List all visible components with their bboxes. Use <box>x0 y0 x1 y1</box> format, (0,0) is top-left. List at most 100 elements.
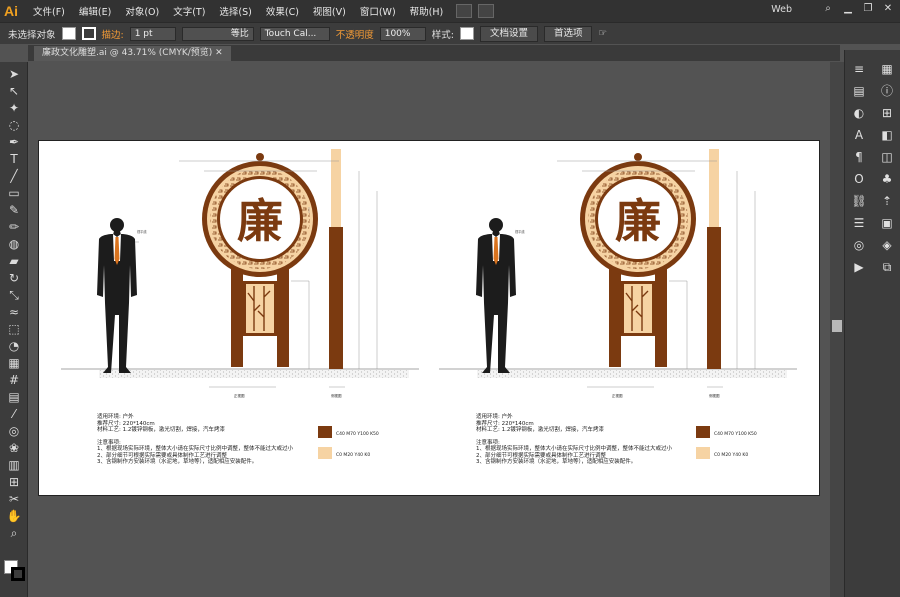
document-tab-title: 廉政文化雕塑.ai @ 43.71% (CMYK/预览) <box>42 48 213 58</box>
pencil-icon[interactable]: ✏ <box>5 219 23 235</box>
document-tab[interactable]: 廉政文化雕塑.ai @ 43.71% (CMYK/预览) ✕ <box>34 46 231 61</box>
menu-type[interactable]: 文字(T) <box>166 4 212 18</box>
mesh-icon[interactable]: # <box>5 372 23 388</box>
arrange-documents-button[interactable] <box>478 4 495 18</box>
graphic-styles-panel-icon[interactable]: ◎ <box>849 236 869 254</box>
menu-effect[interactable]: 效果(C) <box>259 4 306 18</box>
opentype-panel-icon[interactable]: O <box>849 170 869 188</box>
left-legend-brown-text: C40 M70 Y100 K50 <box>336 431 379 437</box>
document-setup-button[interactable]: 文档设置 <box>479 25 538 42</box>
info-panel-icon[interactable]: ⓘ <box>877 82 897 100</box>
rotate-icon[interactable]: ↻ <box>5 270 23 286</box>
transparency-panel-icon[interactable]: ◐ <box>849 104 869 122</box>
paragraph-panel-icon[interactable]: ¶ <box>849 148 869 166</box>
artboard[interactable]: 视平线 正视图 侧视图 廉 视平线 正视图 侧视图 廉 C40 M70 Y100… <box>38 140 820 496</box>
align-panel-icon[interactable]: ⊞ <box>877 104 897 122</box>
scale-icon[interactable]: ⤡ <box>5 287 23 303</box>
actions-panel-icon[interactable]: ▶ <box>849 258 869 276</box>
brushes-panel-icon[interactable]: ⇡ <box>877 192 897 210</box>
left-character-lian: 廉 <box>237 194 283 248</box>
menu-view[interactable]: 视图(V) <box>306 4 353 18</box>
preferences-button[interactable]: 首选项 <box>543 25 593 42</box>
magic-wand-icon[interactable]: ✦ <box>5 100 23 116</box>
menu-object[interactable]: 对象(O) <box>118 4 166 18</box>
direct-selection-icon[interactable]: ↖ <box>5 83 23 99</box>
fill-swatch[interactable] <box>61 27 76 40</box>
right-legend-brown-swatch <box>696 426 710 438</box>
minimize-button[interactable]: ▁ <box>838 2 858 16</box>
menu-select[interactable]: 选择(S) <box>212 4 258 18</box>
bridge-button[interactable] <box>456 4 473 18</box>
links-panel-icon[interactable]: ⛓ <box>849 192 869 210</box>
opacity-label[interactable]: 不透明度 <box>336 27 374 41</box>
menu-bar: Ai 文件(F) 编辑(E) 对象(O) 文字(T) 选择(S) 效果(C) 视… <box>0 0 900 22</box>
artboards-panel-icon[interactable]: ⧉ <box>877 258 897 276</box>
stroke-weight-field[interactable]: 1 pt <box>129 26 176 41</box>
artboard-icon[interactable]: ⊞ <box>5 474 23 490</box>
right-legend-beige-swatch <box>696 447 710 459</box>
paintbrush-icon[interactable]: ✎ <box>5 202 23 218</box>
swatches-panel-icon[interactable]: ▣ <box>877 214 897 232</box>
column-graph-icon[interactable]: ▥ <box>5 457 23 473</box>
selection-status: 未选择对象 <box>8 29 56 41</box>
close-tab-icon[interactable]: ✕ <box>215 48 223 58</box>
app-logo: Ai <box>4 3 18 19</box>
graphic-style-swatch[interactable] <box>459 27 474 40</box>
transform-panel-icon[interactable]: ▦ <box>877 60 897 78</box>
workspace-switcher[interactable]: Web <box>771 4 792 15</box>
arrange-icon[interactable]: ☞ <box>598 28 607 39</box>
stroke-panel-icon[interactable]: ☰ <box>849 214 869 232</box>
right-side-view-label: 侧视图 <box>709 393 720 398</box>
right-front-view-label: 正视图 <box>612 393 623 398</box>
symbols-panel-icon[interactable]: ♣ <box>877 170 897 188</box>
stroke-swatch[interactable] <box>81 27 96 40</box>
zoom-icon[interactable]: ⌕ <box>5 525 23 541</box>
vertical-scrollbar[interactable] <box>830 62 844 597</box>
lasso-icon[interactable]: ◌ <box>5 117 23 133</box>
scrollbar-thumb[interactable] <box>832 320 842 332</box>
layers-panel-icon[interactable]: ◈ <box>877 236 897 254</box>
right-eye-level-label: 视平线 <box>515 229 525 234</box>
opacity-field[interactable]: 100% <box>379 26 426 41</box>
left-front-view-label: 正视图 <box>234 393 245 398</box>
brush-definition[interactable]: Touch Cal... <box>259 26 330 41</box>
panel-dock: ≡ ▤ ◐ A ¶ O ⛓ ☰ ◎ ▶ ▦ ⓘ ⊞ ◧ ◫ ♣ ⇡ ▣ ◈ ⧉ <box>844 50 900 597</box>
warp-icon[interactable]: ≈ <box>5 304 23 320</box>
shape-builder-icon[interactable]: ◔ <box>5 338 23 354</box>
appearance-panel-icon[interactable]: ◫ <box>877 148 897 166</box>
hand-icon[interactable]: ✋ <box>5 508 23 524</box>
menu-window[interactable]: 窗口(W) <box>353 4 403 18</box>
menu-edit[interactable]: 编辑(E) <box>72 4 118 18</box>
menu-file[interactable]: 文件(F) <box>26 4 72 18</box>
style-label: 样式: <box>431 29 454 41</box>
rectangle-icon[interactable]: ▭ <box>5 185 23 201</box>
right-legend-brown-text: C40 M70 Y100 K50 <box>714 431 757 437</box>
eyedropper-icon[interactable]: ⁄ <box>5 406 23 422</box>
stroke-color-swatch[interactable] <box>11 567 25 581</box>
symbol-sprayer-icon[interactable]: ❀ <box>5 440 23 456</box>
color-panel-icon[interactable]: ≡ <box>849 60 869 78</box>
variable-width-profile[interactable]: 等比 <box>181 26 254 41</box>
control-bar: 未选择对象 描边: 1 pt 等比 Touch Cal... 不透明度 100%… <box>0 22 900 44</box>
perspective-icon[interactable]: ▦ <box>5 355 23 371</box>
search-icon[interactable]: ⌕ <box>818 2 838 16</box>
type-icon[interactable]: T <box>5 151 23 167</box>
gradient-icon[interactable]: ▤ <box>5 389 23 405</box>
left-notes: 适用环境: 户外 推荐尺寸: 220*140cm 材料工艺: 1.2镀锌钢板，激… <box>97 414 294 465</box>
restore-button[interactable]: ❐ <box>858 2 878 16</box>
selection-icon[interactable]: ➤ <box>5 66 23 82</box>
slice-icon[interactable]: ✂ <box>5 491 23 507</box>
menu-help[interactable]: 帮助(H) <box>403 4 451 18</box>
gradient-panel-icon[interactable]: ▤ <box>849 82 869 100</box>
close-button[interactable]: ✕ <box>878 2 898 16</box>
pen-icon[interactable]: ✒ <box>5 134 23 150</box>
free-transform-icon[interactable]: ⬚ <box>5 321 23 337</box>
stroke-label[interactable]: 描边: <box>102 27 124 41</box>
blob-brush-icon[interactable]: ◍ <box>5 236 23 252</box>
line-icon[interactable]: ╱ <box>5 168 23 184</box>
pathfinder-panel-icon[interactable]: ◧ <box>877 126 897 144</box>
left-eye-level-label: 视平线 <box>137 229 147 234</box>
eraser-icon[interactable]: ▰ <box>5 253 23 269</box>
blend-icon[interactable]: ◎ <box>5 423 23 439</box>
character-panel-icon[interactable]: A <box>849 126 869 144</box>
